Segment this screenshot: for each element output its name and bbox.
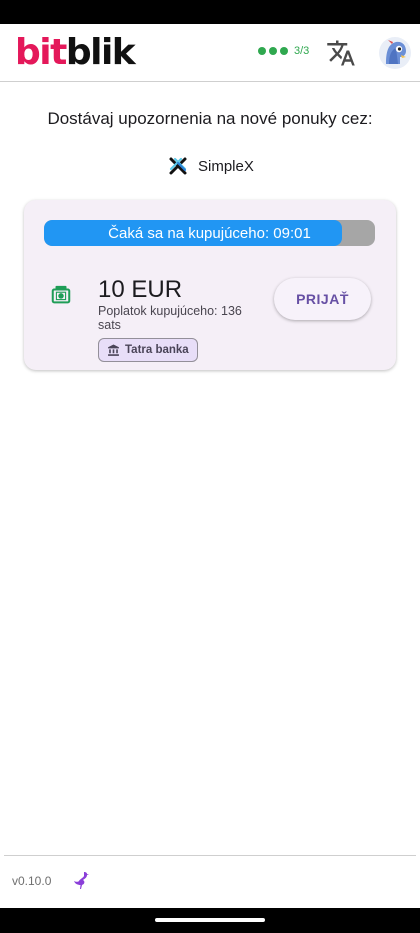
status-bar (0, 0, 420, 24)
ostrich-icon[interactable] (72, 870, 90, 890)
app-bar: bitblik 3/3 (0, 24, 420, 82)
offer-amount: 10 EUR (98, 276, 183, 303)
cash-icon (51, 285, 71, 304)
relay-dot (280, 47, 288, 55)
relay-dot (258, 47, 266, 55)
wait-progress-bar: Čaká sa na kupujúceho: 09:01 (44, 220, 375, 246)
app-logo: bitblik (15, 32, 136, 74)
robot-avatar[interactable] (378, 36, 412, 70)
offer-card[interactable]: Čaká sa na kupujúceho: 09:01 10 EUR Popl… (24, 200, 396, 370)
wait-status-text: Čaká sa na kupujúceho: 09:01 (108, 224, 311, 242)
footer-divider (4, 855, 416, 856)
robot-avatar-icon (379, 37, 411, 69)
simplex-label: SimpleX (198, 157, 254, 175)
logo-bit: bit (15, 32, 67, 73)
home-gesture-handle[interactable] (155, 918, 265, 922)
relay-status: 3/3 (258, 45, 309, 57)
bank-name: Tatra banka (125, 344, 189, 356)
accept-offer-button[interactable]: PRIJAŤ (274, 278, 371, 320)
simplex-icon (169, 157, 187, 175)
notification-prompt: Dostávaj upozornenia na nové ponuky cez: (47, 109, 373, 128)
relay-dot (269, 47, 277, 55)
relay-count: 3/3 (294, 45, 310, 57)
simplex-link[interactable]: SimpleX (168, 156, 254, 176)
language-button[interactable] (326, 38, 356, 68)
buyer-fee: Poplatok kupujúceho: 136 sats (98, 304, 242, 332)
bank-badge: Tatra banka (98, 338, 198, 362)
bank-icon (108, 344, 119, 356)
logo-blik: blik (65, 32, 136, 73)
app-version: v0.10.0 (12, 874, 52, 888)
translate-icon (327, 40, 355, 66)
